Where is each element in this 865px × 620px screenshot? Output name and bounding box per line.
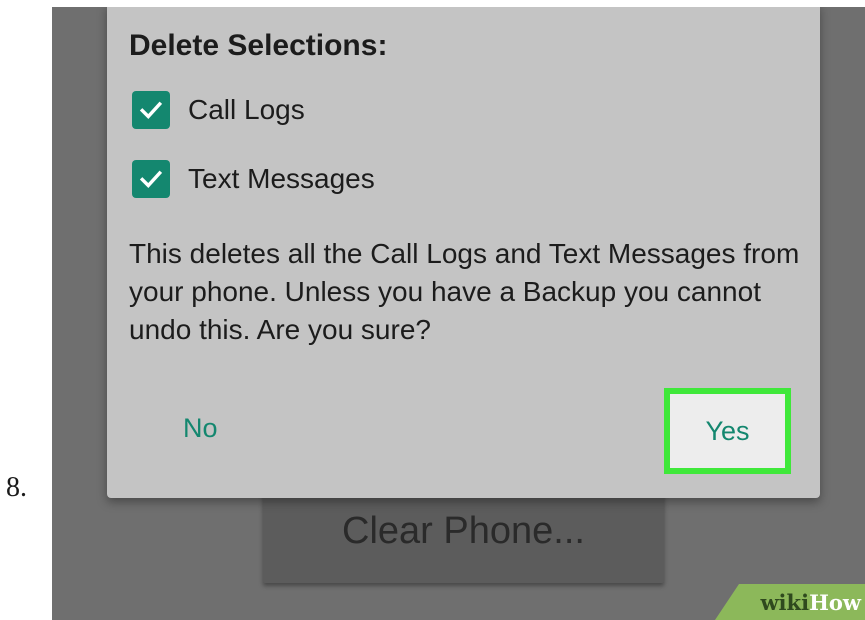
text-messages-checkbox[interactable] xyxy=(132,160,170,198)
dialog-message: This deletes all the Call Logs and Text … xyxy=(129,238,800,345)
wikihow-watermark: wiki How xyxy=(715,584,865,620)
watermark-wiki: wiki xyxy=(760,589,810,615)
dialog-title: Delete Selections: xyxy=(129,29,388,62)
text-messages-label: Text Messages xyxy=(188,163,375,194)
no-button[interactable]: No xyxy=(183,413,218,444)
checkmark-icon xyxy=(139,101,163,120)
call-logs-option[interactable]: Call Logs xyxy=(132,91,305,129)
step-number: 8. xyxy=(6,472,27,503)
call-logs-checkbox[interactable] xyxy=(132,91,170,129)
text-messages-option[interactable]: Text Messages xyxy=(132,160,375,198)
call-logs-label: Call Logs xyxy=(188,94,305,125)
clear-phone-button-label: Clear Phone... xyxy=(342,510,585,552)
checkmark-icon xyxy=(139,170,163,189)
watermark-how: How xyxy=(809,589,861,615)
phone-screen: Clear Phone... Delete Selections: Call L… xyxy=(52,7,865,620)
yes-button[interactable]: Yes xyxy=(664,388,791,474)
delete-selections-dialog: Delete Selections: Call Logs Text Messag… xyxy=(107,7,820,498)
